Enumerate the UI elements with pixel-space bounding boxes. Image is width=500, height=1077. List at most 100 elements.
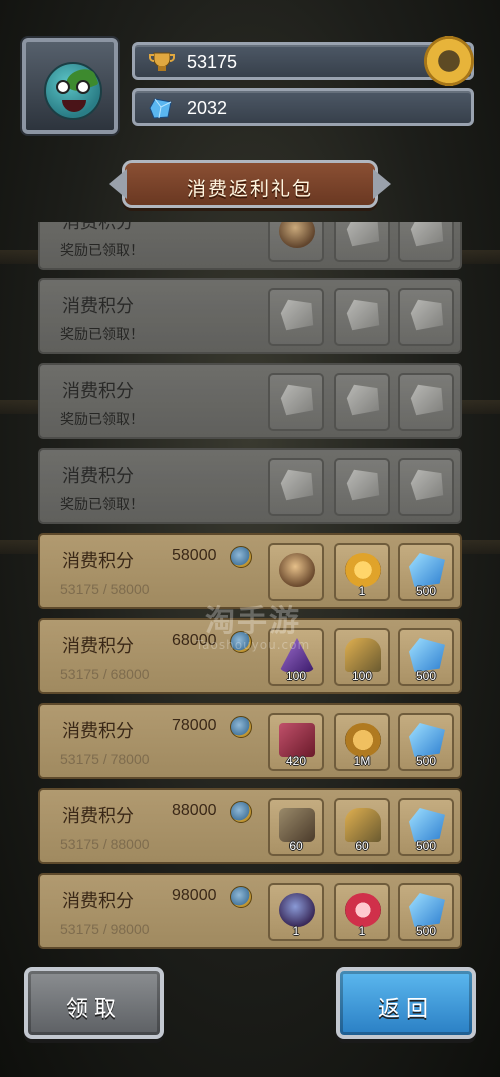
hero-icon — [279, 553, 315, 587]
badge-icon — [346, 222, 380, 247]
helmet-icon — [345, 638, 381, 672]
row-status: 奖励已领取！ — [60, 412, 144, 428]
row-progress: 53175 / 68000 — [60, 666, 150, 682]
row-name: 消费积分 — [62, 296, 134, 317]
reward-row: 消费积分 88000 53175 / 88000 60 60 500 — [38, 788, 462, 864]
row-progress: 53175 / 88000 — [60, 836, 150, 852]
row-status: 奖励已领取！ — [60, 497, 144, 513]
reward-slot[interactable] — [334, 222, 390, 262]
reward-slot[interactable] — [268, 373, 324, 431]
book-icon — [279, 723, 315, 757]
player-avatar[interactable] — [22, 38, 118, 134]
watermark: 淘手游 Taoshouyou.com — [195, 604, 311, 652]
reward-slot[interactable] — [398, 458, 454, 516]
row-points: 78000 — [172, 717, 217, 734]
row-name: 消费积分 — [62, 466, 134, 487]
row-status: 奖励已领取！ — [60, 327, 144, 343]
back-button[interactable]: 返回 — [336, 967, 476, 1039]
reward-slot[interactable] — [334, 373, 390, 431]
gem-icon — [409, 553, 445, 587]
gem-icon — [410, 384, 444, 416]
gem-icon — [409, 723, 445, 757]
row-progress: 53175 / 78000 — [60, 751, 150, 767]
weapon-icon — [280, 299, 314, 331]
reward-slot[interactable]: 500 — [398, 713, 454, 771]
points-coin-icon — [230, 716, 252, 738]
row-progress: 53175 / 58000 — [60, 581, 150, 597]
page-title: 消费返利礼包 — [186, 178, 313, 200]
row-name: 消费积分 — [62, 721, 134, 742]
reward-row: 消费积分 奖励已领取！ — [38, 222, 462, 270]
hero-icon — [279, 222, 315, 248]
row-name: 消费积分 — [62, 636, 134, 657]
row-name: 消费积分 — [62, 381, 134, 402]
tool-icon — [346, 299, 380, 331]
gem-icon — [409, 638, 445, 672]
gem-icon — [410, 299, 444, 331]
gold-coin-icon — [345, 723, 381, 757]
claim-button[interactable]: 领取 — [24, 967, 164, 1039]
gem-bar: 2032 — [132, 88, 474, 126]
trophy-icon — [149, 52, 175, 71]
reward-slot[interactable]: 1M — [334, 713, 390, 771]
reward-row: 消费积分 奖励已领取！ — [38, 278, 462, 354]
reward-slot[interactable]: 60 — [268, 798, 324, 856]
reward-slot[interactable]: 500 — [398, 883, 454, 941]
reward-slot[interactable] — [398, 373, 454, 431]
reward-slot[interactable] — [268, 288, 324, 346]
reward-list[interactable]: 消费积分 奖励已领取！ 消费积分 奖励已领取！ 消费积分 奖励已领取！ 消费积分… — [38, 222, 462, 950]
reward-slot[interactable] — [268, 458, 324, 516]
reward-slot[interactable] — [268, 543, 324, 601]
tool-icon — [279, 808, 315, 842]
reward-slot[interactable]: 500 — [398, 543, 454, 601]
reward-slot[interactable] — [334, 458, 390, 516]
gold-bar: 53175 — [132, 42, 474, 80]
reward-row: 消费积分 78000 53175 / 78000 420 1M 500 — [38, 703, 462, 779]
hero-icon — [280, 384, 314, 416]
red-badge-icon — [345, 893, 381, 927]
reward-slot[interactable]: 500 — [398, 798, 454, 856]
reward-slot[interactable] — [398, 222, 454, 262]
reward-row: 消费积分 奖励已领取！ — [38, 363, 462, 439]
row-points: 58000 — [172, 547, 217, 564]
badge-icon — [346, 384, 380, 416]
row-name: 消费积分 — [62, 551, 134, 572]
points-coin-icon — [230, 801, 252, 823]
reward-slot[interactable] — [398, 288, 454, 346]
helmet-icon — [345, 808, 381, 842]
row-progress: 53175 / 98000 — [60, 921, 150, 937]
gem-icon — [410, 469, 444, 501]
gem-icon — [149, 98, 172, 119]
row-name: 消费积分 — [62, 222, 134, 233]
gem-icon — [409, 893, 445, 927]
title-banner: 消费返利礼包 — [109, 160, 391, 208]
fire-badge-icon — [345, 553, 381, 587]
row-name: 消费积分 — [62, 891, 134, 912]
tool-icon — [280, 469, 314, 501]
row-name: 消费积分 — [62, 806, 134, 827]
gem-icon — [409, 808, 445, 842]
row-points: 88000 — [172, 802, 217, 819]
gem-value: 2032 — [187, 98, 228, 118]
wizard-hat-icon — [346, 469, 380, 501]
reward-row: 消费积分 奖励已领取！ — [38, 448, 462, 524]
gold-value: 53175 — [187, 52, 238, 72]
gem-icon — [410, 222, 444, 247]
row-points: 98000 — [172, 887, 217, 904]
reward-slot[interactable] — [334, 288, 390, 346]
gear-icon[interactable] — [424, 36, 474, 86]
reward-row: 消费积分 98000 53175 / 98000 1 1 500 — [38, 873, 462, 949]
hero-icon — [279, 893, 315, 927]
points-coin-icon — [230, 546, 252, 568]
reward-slot[interactable]: 500 — [398, 628, 454, 686]
reward-slot[interactable]: 1 — [268, 883, 324, 941]
reward-slot[interactable]: 1 — [334, 543, 390, 601]
points-coin-icon — [230, 886, 252, 908]
reward-slot[interactable]: 1 — [334, 883, 390, 941]
reward-slot[interactable]: 60 — [334, 798, 390, 856]
avatar-face — [44, 62, 102, 120]
reward-slot[interactable]: 420 — [268, 713, 324, 771]
row-status: 奖励已领取！ — [60, 243, 144, 259]
reward-slot[interactable] — [268, 222, 324, 262]
reward-slot[interactable]: 100 — [334, 628, 390, 686]
